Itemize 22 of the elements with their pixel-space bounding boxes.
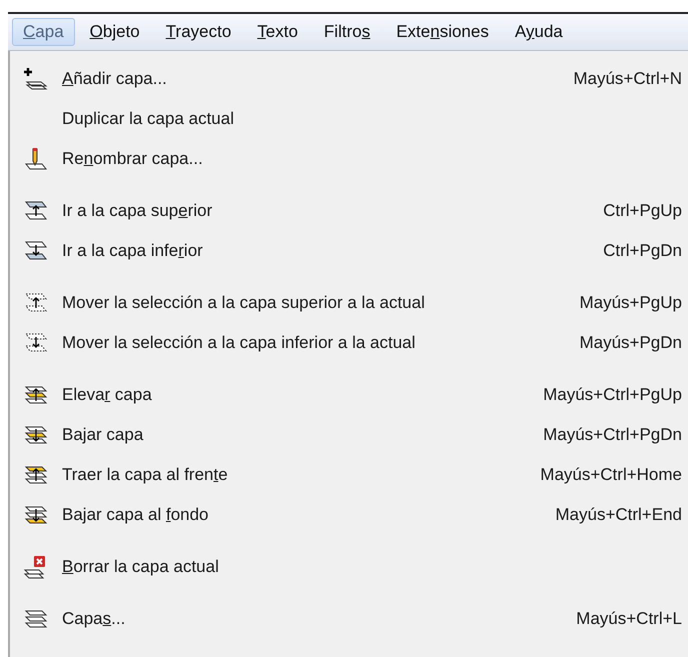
menu-bar-item[interactable]: Filtros [312,18,382,46]
menu-item[interactable]: Añadir capa... Mayús+Ctrl+N [10,59,688,99]
menu-item[interactable]: Ir a la capa inferior Ctrl+PgDn [10,231,688,271]
menu-item[interactable]: Mover la selección a la capa inferior a la actual Mayús+PgDn [10,323,688,363]
menu-bar-item[interactable]: Capa [12,18,75,46]
menu-item[interactable]: Capas... Mayús+Ctrl+L [10,599,688,639]
menu-bar-item[interactable]: Extensiones [385,18,500,46]
menu-item[interactable]: Duplicar la capa actual [10,99,688,139]
menu-bar-item[interactable]: Ayuda [504,18,574,46]
menu-item[interactable]: Elevar capa Mayús+Ctrl+PgUp [10,375,688,415]
menu-item[interactable]: Bajar capa al fondo Mayús+Ctrl+End [10,495,688,535]
pencil-layer-icon [23,147,49,171]
menu-item[interactable]: Borrar la capa actual [10,547,688,587]
menu-item[interactable]: Renombrar capa... [10,139,688,179]
menu-bar-item[interactable]: Objeto [78,18,151,46]
menu-item[interactable]: Bajar capa Mayús+Ctrl+PgDn [10,415,688,455]
add-layer-icon [23,67,49,91]
menu-item[interactable]: Ir a la capa superior Ctrl+PgUp [10,191,688,231]
menu-bar-item[interactable]: Texto [246,18,309,46]
menu-item[interactable]: Mover la selección a la capa superior a la actual Mayús+PgUp [10,283,688,323]
menu-bar-item[interactable]: Trayecto [154,18,242,46]
menu-item[interactable]: Traer la capa al frente Mayús+Ctrl+Home [10,455,688,495]
